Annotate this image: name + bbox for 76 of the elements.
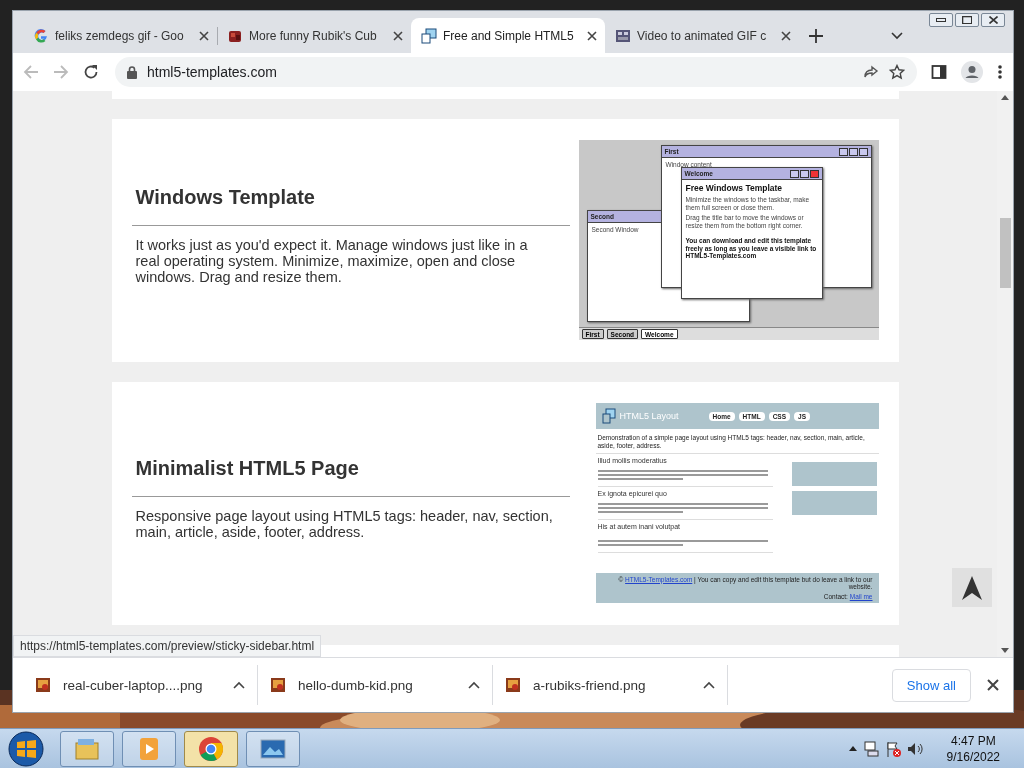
tab-close-button[interactable] — [393, 30, 403, 41]
clock-date[interactable]: 9/16/2022 — [946, 748, 1000, 765]
minimize-button[interactable] — [789, 169, 799, 178]
image-file-icon — [505, 677, 521, 693]
download-item[interactable]: real-cuber-laptop....png — [23, 665, 258, 705]
minimize-icon — [936, 18, 946, 22]
taskbar-app[interactable] — [184, 730, 238, 767]
minimize-button[interactable] — [838, 147, 848, 156]
template-title[interactable]: Windows Template — [135, 186, 571, 209]
scroll-up-icon[interactable] — [1001, 95, 1009, 100]
caret-icon[interactable] — [233, 681, 245, 689]
reload-icon[interactable] — [83, 64, 99, 80]
tab-title: More funny Rubik's Cub — [249, 28, 377, 43]
network-icon[interactable] — [862, 740, 879, 757]
scrollbar-thumb[interactable] — [999, 218, 1011, 288]
maximize-icon — [962, 16, 972, 24]
maximize-button[interactable] — [799, 169, 809, 178]
back-to-top-button[interactable] — [952, 568, 992, 607]
clock-time[interactable]: 4:47 PM — [950, 732, 996, 749]
browser-tab[interactable]: feliks zemdegs gif - Goo — [23, 18, 217, 53]
flag-icon[interactable] — [884, 740, 901, 757]
image-file-icon — [270, 677, 286, 693]
address-text: html5-templates.com — [147, 64, 278, 80]
tab-close-button[interactable] — [781, 30, 791, 41]
tab-title: feliks zemdegs gif - Goo — [55, 28, 184, 43]
new-tab-icon[interactable] — [809, 28, 823, 43]
close-icon — [988, 16, 998, 24]
status-url: https://html5-templates.com/preview/sticky-sidebar.html — [13, 635, 322, 657]
arrow-icon — [962, 575, 982, 600]
address-bar[interactable]: html5-templates.com — [115, 57, 917, 87]
download-item[interactable]: a-rubiks-friend.png — [493, 665, 728, 705]
tab-close-button[interactable] — [199, 30, 209, 41]
template-title[interactable]: Minimalist HTML5 Page — [135, 457, 579, 480]
close-icon[interactable] — [987, 679, 999, 691]
windows-icon — [601, 408, 616, 424]
maximize-button[interactable] — [955, 13, 979, 27]
profile-icon[interactable] — [961, 61, 983, 83]
logo-text: HTML5 Layout — [619, 411, 679, 421]
browser-tab[interactable]: Free and Simple HTML5 — [411, 18, 605, 53]
tab-title: Free and Simple HTML5 — [443, 28, 574, 43]
google-icon — [33, 27, 49, 44]
close-button[interactable] — [809, 169, 819, 178]
file-name: hello-dumb-kid.png — [298, 677, 414, 693]
caret-icon[interactable] — [891, 31, 903, 40]
browser-tab[interactable]: More funny Rubik's Cub — [217, 18, 411, 53]
template-description: Responsive page layout using HTML5 tags: header, nav, section, main, article, aside, footer, address. — [135, 508, 554, 540]
film-icon — [615, 27, 631, 44]
taskbar-app[interactable] — [122, 730, 176, 767]
template-description: It works just as you'd expect it. Manage windows just like in a real operating system. Minimize, maximize, open and close windows. Drag and resize them. — [135, 237, 529, 285]
show-all-button[interactable]: Show all — [891, 668, 971, 702]
window-heading: Free Windows Template — [685, 183, 783, 193]
tab-close-button[interactable] — [587, 30, 597, 41]
close-button[interactable] — [981, 13, 1005, 27]
chrome-icon — [197, 734, 225, 763]
image-file-icon — [35, 677, 51, 693]
share-icon[interactable] — [863, 64, 879, 80]
taskbar-app[interactable] — [246, 730, 300, 767]
caret-icon[interactable] — [848, 746, 857, 751]
menu-icon[interactable] — [997, 64, 1003, 80]
minimize-button[interactable] — [929, 13, 953, 27]
star-icon[interactable] — [889, 64, 905, 80]
browser-tab[interactable]: Video to animated GIF c — [605, 18, 799, 53]
file-name: real-cuber-laptop....png — [63, 677, 204, 693]
close-button[interactable] — [858, 147, 868, 156]
side-panel-icon[interactable] — [931, 64, 947, 80]
taskbar-app[interactable] — [60, 730, 114, 767]
download-item[interactable]: hello-dumb-kid.png — [258, 665, 493, 705]
caret-icon[interactable] — [703, 681, 715, 689]
windows-icon — [421, 27, 437, 44]
lock-icon — [127, 65, 137, 79]
tab-title: Video to animated GIF c — [637, 28, 767, 43]
start-button[interactable] — [6, 730, 46, 767]
caret-icon[interactable] — [468, 681, 480, 689]
maximize-button[interactable] — [848, 147, 858, 156]
scroll-down-icon[interactable] — [1001, 648, 1009, 653]
file-name: a-rubiks-friend.png — [533, 677, 647, 693]
